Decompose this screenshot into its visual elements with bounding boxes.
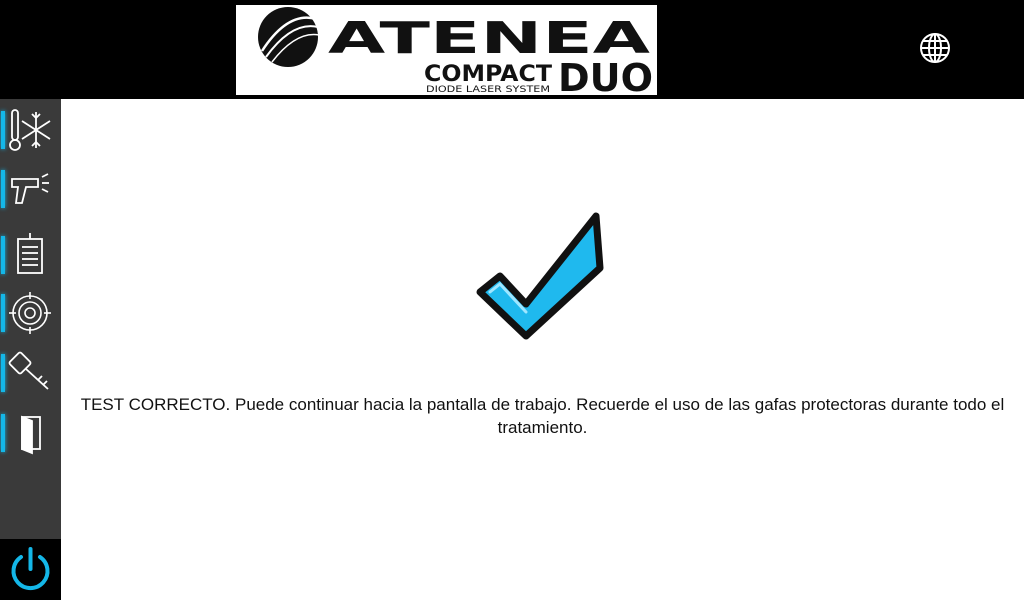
thermometer-snowflake-icon bbox=[9, 109, 51, 151]
laser-handpiece-icon bbox=[11, 173, 49, 204]
logo-tagline-text: DIODE LASER SYSTEM bbox=[426, 85, 550, 95]
sidebar-item-document[interactable] bbox=[0, 227, 61, 283]
atenea-logo: ATENEA COMPACT DUO DIODE LASER SYSTEM bbox=[236, 5, 657, 95]
top-header: ATENEA COMPACT DUO DIODE LASER SYSTEM bbox=[0, 0, 1024, 99]
test-result-message: TEST CORRECTO. Puede continuar hacia la … bbox=[80, 395, 1005, 437]
target-calibration-icon bbox=[9, 292, 51, 334]
logo-duo-text: DUO bbox=[558, 56, 653, 95]
active-indicator bbox=[1, 236, 5, 274]
key-icon bbox=[8, 351, 49, 390]
power-button[interactable] bbox=[0, 539, 61, 600]
power-icon bbox=[11, 547, 50, 591]
sidebar bbox=[0, 99, 61, 600]
active-indicator bbox=[1, 170, 5, 208]
exit-door-icon bbox=[21, 415, 41, 455]
active-indicator bbox=[1, 294, 5, 332]
logo-emblem bbox=[258, 7, 320, 67]
checkmark-icon bbox=[476, 212, 604, 340]
sidebar-item-key[interactable] bbox=[0, 345, 61, 401]
language-button[interactable] bbox=[916, 29, 954, 67]
logo-compact-text: COMPACT bbox=[424, 62, 552, 87]
active-indicator bbox=[1, 414, 5, 452]
sidebar-item-calibration[interactable] bbox=[0, 285, 61, 341]
active-indicator bbox=[1, 354, 5, 392]
globe-icon bbox=[920, 33, 950, 63]
sidebar-item-handpiece[interactable] bbox=[0, 161, 61, 217]
sidebar-item-cooling[interactable] bbox=[0, 102, 61, 158]
active-indicator bbox=[1, 111, 5, 149]
sidebar-item-exit[interactable] bbox=[0, 405, 61, 461]
document-icon bbox=[17, 233, 43, 274]
